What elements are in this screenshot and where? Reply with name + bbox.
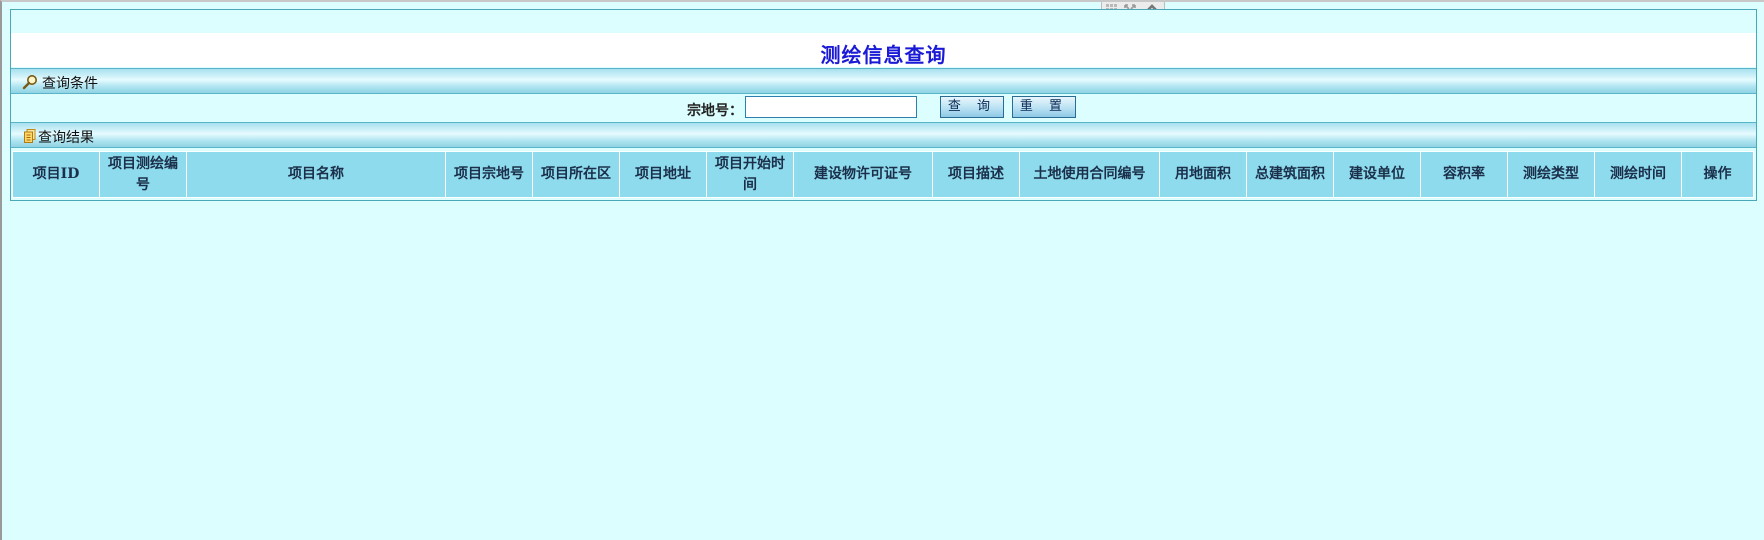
query-results-header: 查询结果	[11, 122, 1756, 148]
query-conditions-header: 查询条件	[11, 68, 1756, 94]
column-header-survey-type: 测绘类型	[1507, 151, 1595, 198]
query-form: 宗地号： 查 询 重 置	[11, 94, 1756, 122]
column-header-project-survey-number: 项目测绘编号	[99, 151, 187, 198]
column-header-plot-ratio: 容积率	[1420, 151, 1508, 198]
page-frame: 测绘信息查询 查询条件 宗地号： 查 询 重 置 查询结果 项目ID 项目测绘编…	[0, 0, 1764, 540]
table-header-row: 项目ID 项目测绘编号 项目名称 项目宗地号 项目所在区 项目地址 项目开始时间 建设物许可证…	[12, 151, 1754, 198]
query-results-label: 查询结果	[38, 130, 94, 146]
column-header-building-permit-number: 建设物许可证号	[793, 151, 933, 198]
query-conditions-label: 查询条件	[42, 76, 98, 92]
parcel-number-label: 宗地号：	[687, 103, 743, 119]
page-title: 测绘信息查询	[820, 43, 947, 67]
column-header-land-area: 用地面积	[1159, 151, 1247, 198]
query-button[interactable]: 查 询	[940, 96, 1004, 118]
document-icon	[22, 128, 38, 144]
column-header-survey-time: 测绘时间	[1594, 151, 1682, 198]
magnifier-icon	[22, 74, 38, 90]
column-header-project-name: 项目名称	[186, 151, 446, 198]
column-header-construction-unit: 建设单位	[1333, 151, 1421, 198]
column-header-project-parcel-number: 项目宗地号	[445, 151, 533, 198]
results-table: 项目ID 项目测绘编号 项目名称 项目宗地号 项目所在区 项目地址 项目开始时间 建设物许可证…	[12, 151, 1754, 198]
reset-button[interactable]: 重 置	[1012, 96, 1076, 118]
column-header-project-id: 项目ID	[12, 151, 100, 198]
title-bar: 测绘信息查询	[11, 33, 1756, 67]
column-header-project-district: 项目所在区	[532, 151, 620, 198]
column-header-project-address: 项目地址	[619, 151, 707, 198]
column-header-project-description: 项目描述	[932, 151, 1020, 198]
column-header-total-building-area: 总建筑面积	[1246, 151, 1334, 198]
column-header-land-contract-number: 土地使用合同编号	[1019, 151, 1160, 198]
query-panel: 测绘信息查询 查询条件 宗地号： 查 询 重 置 查询结果 项目ID 项目测绘编…	[10, 9, 1757, 201]
column-header-actions: 操作	[1681, 151, 1754, 198]
column-header-project-start-time: 项目开始时间	[706, 151, 794, 198]
parcel-number-input[interactable]	[745, 96, 917, 118]
